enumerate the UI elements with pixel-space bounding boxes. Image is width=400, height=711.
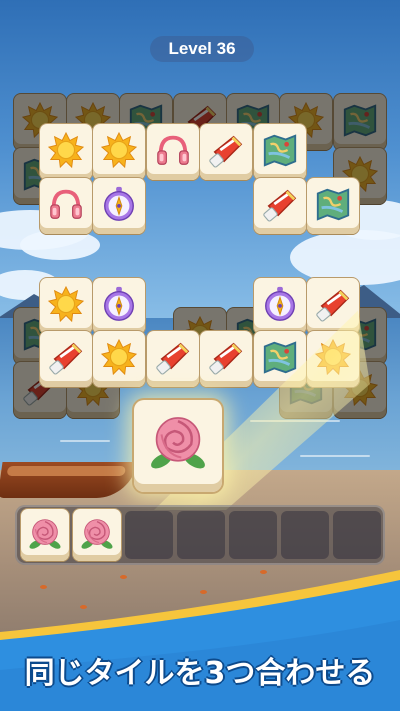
compass-icon: [100, 185, 138, 223]
sun-icon: [47, 131, 85, 169]
headphones-icon: [154, 131, 192, 169]
lotion-tube-icon: [261, 185, 299, 223]
rose-icon: [26, 514, 64, 552]
board-tile[interactable]: [40, 124, 92, 180]
selected-tile[interactable]: [134, 400, 222, 492]
board-tile[interactable]: [254, 278, 306, 334]
board-tile[interactable]: [200, 331, 252, 387]
board-tile[interactable]: [93, 178, 145, 234]
board-tile[interactable]: [254, 178, 306, 234]
board-tile[interactable]: [40, 178, 92, 234]
board-tile[interactable]: [93, 124, 145, 180]
headphones-icon: [47, 185, 85, 223]
sun-icon: [47, 285, 85, 323]
banner-caption: 同じタイルを3つ合わせる: [24, 656, 376, 691]
map-icon: [261, 131, 299, 169]
map-icon: [341, 101, 379, 139]
map-icon: [261, 338, 299, 376]
compass-icon: [261, 285, 299, 323]
board-tile[interactable]: [40, 331, 92, 387]
lotion-tube-icon: [314, 285, 352, 323]
tray-slot-empty: [281, 511, 329, 559]
compass-icon: [100, 285, 138, 323]
board-tile: [334, 94, 386, 150]
water-ripple: [60, 440, 110, 442]
board-tile[interactable]: [147, 331, 199, 387]
map-icon: [314, 185, 352, 223]
collection-tray: [15, 505, 385, 565]
rose-icon: [78, 514, 116, 552]
tray-tile: [21, 509, 69, 561]
board-tile[interactable]: [307, 178, 359, 234]
rose-icon: [145, 408, 211, 478]
boat-interior: [6, 466, 126, 476]
lotion-tube-icon: [207, 131, 245, 169]
board-tile[interactable]: [93, 331, 145, 387]
tray-slot-empty: [125, 511, 173, 559]
tray-tile: [73, 509, 121, 561]
board-tile[interactable]: [200, 124, 252, 180]
sun-icon: [100, 131, 138, 169]
tray-slot-empty: [333, 511, 381, 559]
tray-slot-empty: [177, 511, 225, 559]
board-tile[interactable]: [147, 124, 199, 180]
board-tile[interactable]: [254, 124, 306, 180]
level-indicator: Level 36: [150, 36, 254, 62]
board-tile[interactable]: [93, 278, 145, 334]
water-ripple: [300, 455, 370, 457]
game-scene: Level 36 同じタイルを3つ合わせる: [0, 0, 400, 711]
lotion-tube-icon: [47, 338, 85, 376]
sun-icon: [100, 338, 138, 376]
lotion-tube-icon: [154, 338, 192, 376]
lotion-tube-icon: [207, 338, 245, 376]
cloud: [20, 230, 100, 260]
board-tile[interactable]: [40, 278, 92, 334]
tray-slot-empty: [229, 511, 277, 559]
